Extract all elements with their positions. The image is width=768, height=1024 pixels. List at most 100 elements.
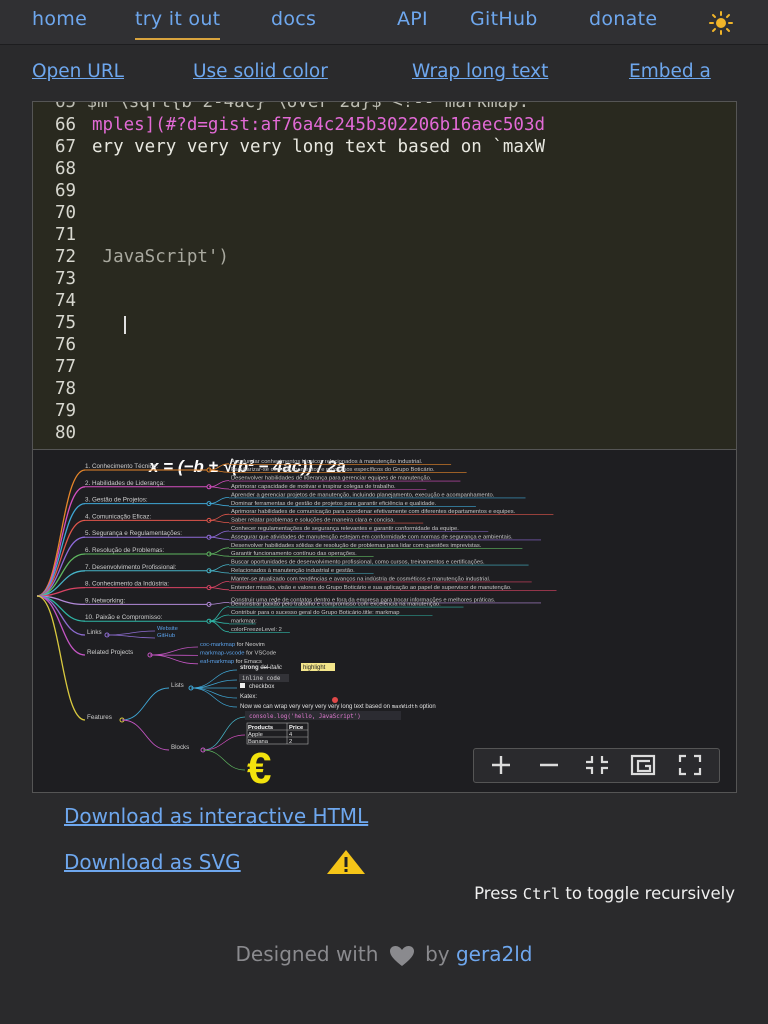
branch-child: markmap: — [231, 618, 257, 624]
branch-child: Garantir funcionamento contínuo das oper… — [231, 551, 357, 557]
recurse-icon[interactable] — [630, 753, 656, 777]
text-cursor — [124, 316, 126, 334]
mindmap-edge — [190, 679, 238, 689]
download-html-link[interactable]: Download as interactive HTML — [64, 804, 368, 828]
mindmap-edge — [208, 486, 230, 490]
branch-label: 2. Habilidades de Liderança: — [85, 480, 165, 487]
partial-code-line: 65 $m \sqrt{b^2-4ac} \over 2a}$ <!-- mar… — [55, 101, 530, 112]
hint-prefix: Press — [474, 884, 523, 903]
markdown-editor[interactable]: 65 $m \sqrt{b^2-4ac} \over 2a}$ <!-- mar… — [32, 101, 737, 451]
branch-child: Aprofundar conhecimentos técnicos relaci… — [231, 459, 423, 465]
footer-by: by — [425, 942, 450, 966]
blocks-label: Blocks — [171, 744, 189, 751]
features-label: Features — [87, 714, 112, 721]
code-line-67: ery very very very long text based on `m… — [92, 137, 546, 157]
mindmap-preview[interactable]: x = (−b ± √(b² − 4ac)) / 2a 1. Conhecimen… — [32, 449, 737, 793]
mindmap-edge — [208, 606, 230, 622]
mindmap-edge — [121, 719, 170, 751]
related-item: coc-markmap for Neovim — [200, 642, 265, 648]
nav-home[interactable]: home — [32, 8, 87, 30]
embed-link[interactable]: Embed a — [629, 61, 711, 82]
mindmap-edge — [208, 620, 230, 633]
checkbox-box[interactable] — [240, 683, 245, 688]
branch-child: Contribuir para o sucesso geral do Grupo… — [231, 610, 400, 616]
related-item: markmap-vscode for VSCode — [200, 650, 276, 656]
wrap-text-link[interactable]: Wrap long text — [412, 61, 548, 82]
related-item: eaf-markmap for Emacs — [200, 659, 262, 665]
warning-icon — [327, 850, 365, 874]
line-number: 66 — [55, 115, 77, 135]
related-projects-label: Related Projects — [87, 649, 133, 656]
mindmap-edge — [208, 564, 230, 572]
lists-label: Lists — [171, 682, 184, 689]
mindmap-edge — [36, 595, 86, 656]
line-number: 77 — [55, 357, 77, 377]
branch-label: 8. Conhecimento da Indústria: — [85, 581, 169, 588]
mindmap-edge — [190, 669, 238, 689]
mindmap-edge — [121, 687, 170, 721]
links-label: Links — [87, 629, 102, 636]
nav-docs[interactable]: docs — [271, 8, 316, 30]
branch-child: Manter-se atualizado com tendências e av… — [231, 576, 491, 582]
line-number: 68 — [55, 159, 77, 179]
line-number: 72 — [55, 247, 77, 267]
inline-code-text: inline code — [242, 676, 281, 682]
mindmap-edge — [208, 530, 230, 538]
mindmap-edge — [208, 536, 230, 540]
mindmap-canvas[interactable]: x = (−b ± √(b² − 4ac)) / 2a1. Conhecimen… — [33, 450, 736, 792]
line-number: 78 — [55, 379, 77, 399]
fullscreen-icon[interactable] — [677, 753, 703, 777]
branch-child: Dominar ferramentas de gestão de projeto… — [231, 501, 437, 507]
branch-label: 6. Resolução de Problemas: — [85, 547, 164, 554]
branch-child: Relacionados à manutenção industrial e g… — [231, 568, 355, 574]
list-item-formatting: strong del italic — [240, 665, 282, 671]
author-link[interactable]: gera2ld — [456, 942, 532, 966]
heart-icon — [389, 945, 414, 966]
zoom-in-icon[interactable] — [488, 753, 514, 777]
line-number: 73 — [55, 269, 77, 289]
hint-suffix: to toggle recursively — [560, 884, 735, 903]
footer-prefix: Designed with — [235, 942, 379, 966]
sun-icon[interactable] — [708, 10, 734, 36]
branch-child: Aprender a gerenciar projetos de manuten… — [231, 492, 495, 498]
branch-label: 5. Segurança e Regulamentações: — [85, 530, 182, 537]
editor-toolbar: Open URL Use solid color Wrap long text … — [0, 58, 768, 90]
nav-try-it-out[interactable]: try it out — [135, 8, 221, 40]
line-number: 74 — [55, 291, 77, 311]
branch-child: Desenvolver habilidades sólidas de resol… — [231, 543, 482, 549]
branch-label: 7. Desenvolvimento Profissional: — [85, 564, 177, 571]
branch-child: Assegurar que atividades de manutenção e… — [231, 534, 513, 540]
mindmap-edge — [208, 513, 230, 521]
mindmap-edge — [106, 634, 156, 639]
mindmap-edge — [36, 536, 86, 597]
nav-api[interactable]: API — [397, 8, 428, 30]
checkbox-label: checkbox — [249, 684, 274, 690]
nav-donate[interactable]: donate — [589, 8, 657, 30]
open-url-link[interactable]: Open URL — [32, 61, 124, 82]
branch-child: Buscar oportunidades de desenvolvimento … — [231, 560, 485, 566]
branch-label: 10. Paixão e Compromisso: — [85, 614, 163, 621]
mindmap-edge — [208, 497, 230, 504]
line-number: 69 — [55, 181, 77, 201]
download-svg-link[interactable]: Download as SVG — [64, 850, 241, 874]
branch-child: colorFreezeLevel: 2 — [231, 627, 282, 633]
euro-image-node: € — [247, 744, 271, 792]
table-cell: Apple — [248, 732, 263, 738]
solid-color-link[interactable]: Use solid color — [193, 61, 328, 82]
nav-github[interactable]: GitHub — [470, 8, 538, 30]
highlight-text: highlight — [303, 665, 326, 671]
code-line-66: mples](#?d=gist:af76a4c245b302206b16aec5… — [92, 115, 546, 135]
branch-label: 3. Gestão de Projetos: — [85, 497, 148, 504]
mindmap-edge — [36, 469, 86, 597]
footer: Designed with by gera2ld — [0, 942, 768, 967]
line-number: 80 — [55, 423, 77, 443]
branch-child: Aprimorar capacidade de motivar e inspir… — [231, 484, 396, 490]
line-number: 79 — [55, 401, 77, 421]
branch-child: Demonstrar paixão pelo trabalho e compro… — [231, 602, 441, 608]
fit-icon[interactable] — [584, 753, 610, 777]
toggle-hint: Press Ctrl to toggle recursively — [474, 884, 735, 903]
branch-child: Aprimorar habilidades de comunicação par… — [231, 509, 516, 515]
mindmap-edge — [36, 595, 86, 636]
zoom-out-icon[interactable] — [536, 753, 562, 777]
mindmap-edge — [208, 570, 230, 574]
